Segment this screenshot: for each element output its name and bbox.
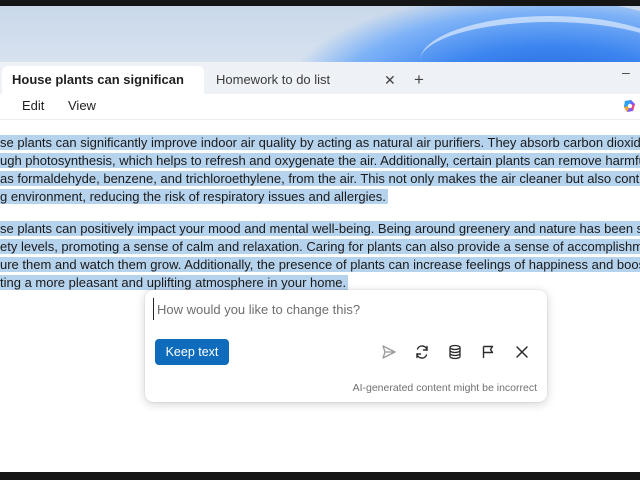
ai-disclaimer: AI-generated content might be incorrect xyxy=(352,382,537,394)
menu-bar: Edit View xyxy=(0,94,640,120)
tab-house-plants[interactable]: House plants can significan xyxy=(2,66,204,94)
send-icon[interactable] xyxy=(379,342,399,362)
text-line: se plants can positively impact your moo… xyxy=(0,220,640,238)
tab-close-icon[interactable]: ✕ xyxy=(384,66,396,94)
text-line: ety levels, promoting a sense of calm an… xyxy=(0,238,640,256)
rewrite-popup: Keep text AI-gener xyxy=(145,290,547,402)
text-line: se plants can significantly improve indo… xyxy=(0,134,640,152)
menu-edit[interactable]: Edit xyxy=(22,98,44,113)
text-line: g environment, reducing the risk of resp… xyxy=(0,189,388,204)
menu-view[interactable]: View xyxy=(68,98,96,113)
keep-text-button[interactable]: Keep text xyxy=(155,339,229,365)
notepad-window: House plants can significan Homework to … xyxy=(0,62,640,472)
tab-homework[interactable]: Homework to do list xyxy=(206,66,402,94)
copilot-icon[interactable] xyxy=(622,98,638,119)
flag-icon[interactable] xyxy=(478,342,498,362)
screen-bottom-edge xyxy=(0,472,640,480)
regenerate-icon[interactable] xyxy=(412,342,432,362)
text-line: as formaldehyde, benzene, and trichloroe… xyxy=(0,170,640,188)
close-icon[interactable] xyxy=(512,342,532,362)
minimize-icon[interactable]: – xyxy=(622,62,630,86)
text-line: ure them and watch them grow. Additional… xyxy=(0,256,640,274)
new-tab-icon[interactable]: + xyxy=(414,66,424,94)
desktop-wallpaper xyxy=(0,6,640,62)
tab-strip: House plants can significan Homework to … xyxy=(0,62,640,94)
text-line: ugh photosynthesis, which helps to refre… xyxy=(0,152,640,170)
rewrite-prompt-input[interactable] xyxy=(153,298,533,320)
database-icon[interactable] xyxy=(445,342,465,362)
